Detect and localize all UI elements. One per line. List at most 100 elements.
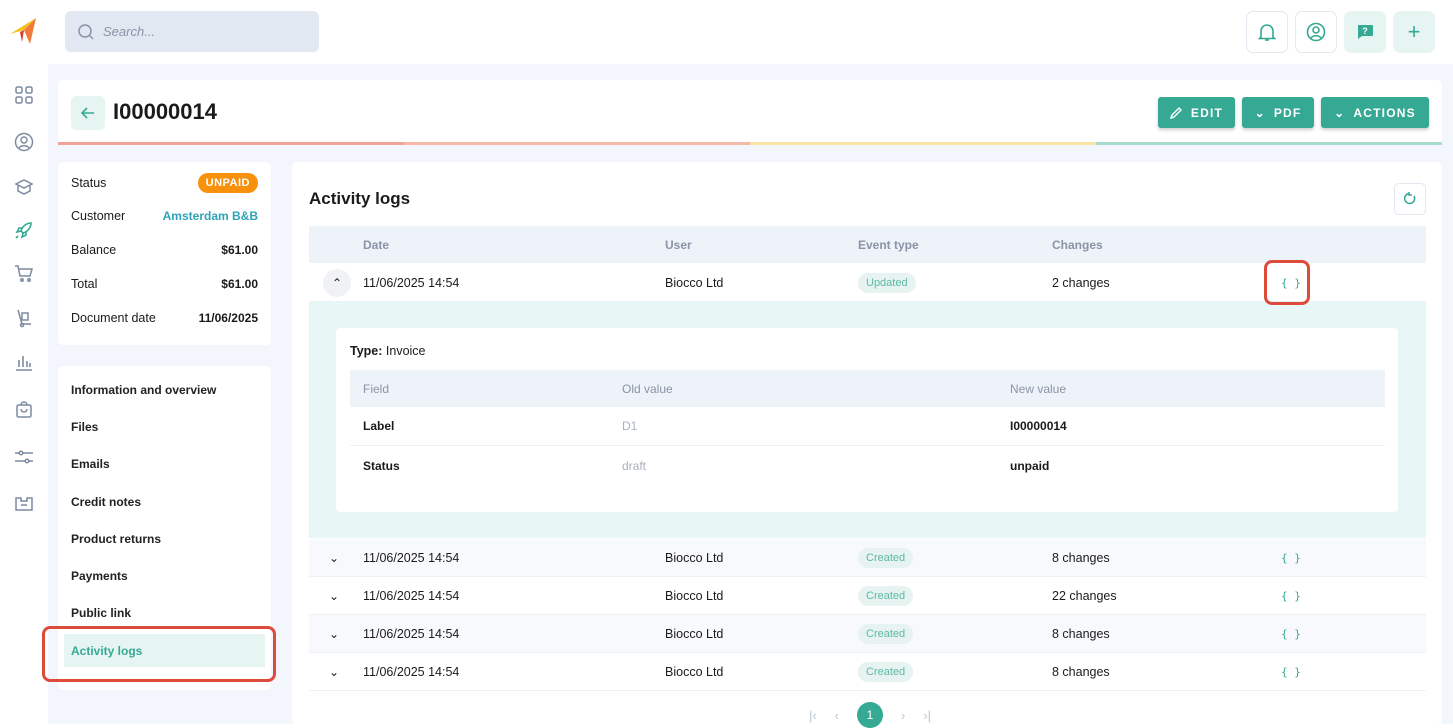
first-page-icon[interactable]: |‹ [809, 708, 817, 723]
pdf-button[interactable]: ⌄ PDF [1242, 97, 1314, 128]
chevron-down-icon[interactable]: ⌄ [329, 589, 339, 603]
type-value: Invoice [385, 344, 426, 358]
edit-label: EDIT [1190, 105, 1224, 120]
header-bar-yellow [750, 142, 1096, 145]
chevron-down-icon[interactable]: ⌄ [329, 627, 339, 641]
logistics-trolley-icon[interactable] [13, 307, 35, 329]
table-row[interactable]: ⌄ 11/06/2025 14:54 Biocco Ltd Created 8 … [309, 615, 1426, 653]
add-button[interactable]: + [1393, 11, 1435, 53]
nav-item-product-returns[interactable]: Product returns [58, 520, 265, 557]
col-user[interactable]: User [665, 238, 692, 252]
row-user: Biocco Ltd [665, 664, 724, 679]
customer-link[interactable]: Amsterdam B&B [163, 209, 258, 223]
reports-chart-icon[interactable] [13, 351, 35, 373]
balance-value: $61.00 [221, 243, 258, 257]
chevron-down-icon[interactable]: ⌄ [329, 551, 339, 565]
nav-item-files[interactable]: Files [58, 408, 265, 445]
profile-button[interactable] [1295, 11, 1337, 53]
details-row: Label D1 I00000014 [350, 407, 1385, 446]
notifications-button[interactable] [1246, 11, 1288, 53]
svg-text:?: ? [1362, 26, 1368, 36]
chevron-down-icon[interactable]: ⌄ [329, 665, 339, 679]
table-row[interactable]: ⌄ 11/06/2025 14:54 Biocco Ltd Created 8 … [309, 653, 1426, 691]
next-page-icon[interactable]: › [901, 708, 905, 723]
integrations-icon[interactable] [13, 493, 35, 515]
cart-icon[interactable] [13, 262, 35, 284]
highlight-annotation [42, 626, 276, 682]
table-row[interactable]: ⌄ 11/06/2025 14:54 Biocco Ltd Created 22… [309, 577, 1426, 615]
document-date-label: Document date [71, 311, 156, 325]
row-changes: 8 changes [1052, 550, 1110, 565]
header-bar-green [1096, 142, 1442, 145]
col-event-type[interactable]: Event type [858, 238, 919, 252]
row-date: 11/06/2025 14:54 [363, 550, 460, 565]
json-view-icon[interactable]: { } [1281, 589, 1301, 602]
bell-icon [1258, 24, 1276, 41]
plus-icon: + [1407, 19, 1421, 44]
actions-button[interactable]: ⌄ ACTIONS [1321, 97, 1429, 128]
chevron-up-icon[interactable]: ⌃ [323, 268, 351, 297]
products-box-icon[interactable] [13, 176, 35, 198]
refresh-button[interactable] [1394, 183, 1426, 215]
col-new-value: New value [1010, 381, 1067, 396]
total-value: $61.00 [221, 277, 258, 291]
field-name: Label [363, 419, 395, 433]
row-user: Biocco Ltd [665, 275, 724, 290]
customer-label: Customer [71, 209, 126, 223]
shop-bag-icon[interactable] [13, 398, 35, 420]
help-button[interactable]: ? [1344, 11, 1386, 53]
arrow-left-icon [81, 107, 94, 119]
event-type-badge: Created [858, 585, 914, 606]
edit-button[interactable]: EDIT [1158, 97, 1235, 128]
balance-label: Balance [71, 243, 117, 257]
user-circle-icon [1306, 22, 1326, 42]
old-value: draft [622, 458, 647, 473]
total-label: Total [71, 277, 98, 291]
page-title: I00000014 [113, 99, 217, 124]
nav-item-information[interactable]: Information and overview [58, 371, 265, 408]
chevron-down-icon: ⌄ [1254, 105, 1266, 120]
settings-sliders-icon[interactable] [13, 446, 35, 468]
nav-item-credit-notes[interactable]: Credit notes [58, 483, 265, 520]
event-type-badge: Updated [858, 272, 916, 293]
table-row[interactable]: ⌃ 11/06/2025 14:54 Biocco Ltd Updated 2 … [309, 264, 1426, 302]
new-value: I00000014 [1010, 419, 1067, 433]
json-view-icon[interactable]: { } [1281, 627, 1301, 640]
header-bar-red [58, 142, 404, 145]
contacts-icon[interactable] [13, 131, 35, 153]
json-view-icon[interactable]: { } [1281, 665, 1301, 678]
new-value: unpaid [1010, 458, 1050, 473]
sales-rocket-icon[interactable] [13, 219, 35, 241]
icon-rail [0, 64, 48, 724]
back-button[interactable] [71, 96, 105, 130]
row-date: 11/06/2025 14:54 [363, 626, 460, 641]
json-view-icon[interactable]: { } [1281, 551, 1301, 564]
table-row[interactable]: ⌄ 11/06/2025 14:54 Biocco Ltd Created 8 … [309, 539, 1426, 577]
details-row: Status draft unpaid [350, 446, 1385, 485]
header-bar-salmon [404, 142, 750, 145]
old-value: D1 [622, 419, 638, 433]
status-label: Status [71, 176, 107, 190]
search-placeholder: Search... [103, 24, 156, 39]
refresh-icon [1403, 192, 1416, 205]
row-date: 11/06/2025 14:54 [363, 275, 460, 290]
pdf-label: PDF [1273, 105, 1302, 120]
col-field: Field [363, 381, 390, 396]
dashboard-icon[interactable] [13, 84, 35, 106]
col-changes[interactable]: Changes [1052, 238, 1103, 252]
row-user: Biocco Ltd [665, 550, 724, 565]
nav-item-payments[interactable]: Payments [58, 557, 265, 594]
search-input[interactable]: Search... [65, 11, 319, 52]
last-page-icon[interactable]: ›| [923, 708, 931, 723]
nav-item-emails[interactable]: Emails [58, 446, 265, 483]
app-logo[interactable] [10, 18, 38, 47]
col-date[interactable]: Date [363, 238, 389, 252]
prev-page-icon[interactable]: ‹ [835, 708, 839, 723]
type-label: Type: [350, 344, 383, 358]
panel-title: Activity logs [309, 189, 411, 208]
highlight-annotation [1264, 260, 1310, 305]
page-1-button[interactable]: 1 [857, 702, 883, 728]
row-date: 11/06/2025 14:54 [363, 664, 460, 679]
row-changes: 2 changes [1052, 275, 1110, 290]
row-changes: 8 changes [1052, 626, 1110, 641]
